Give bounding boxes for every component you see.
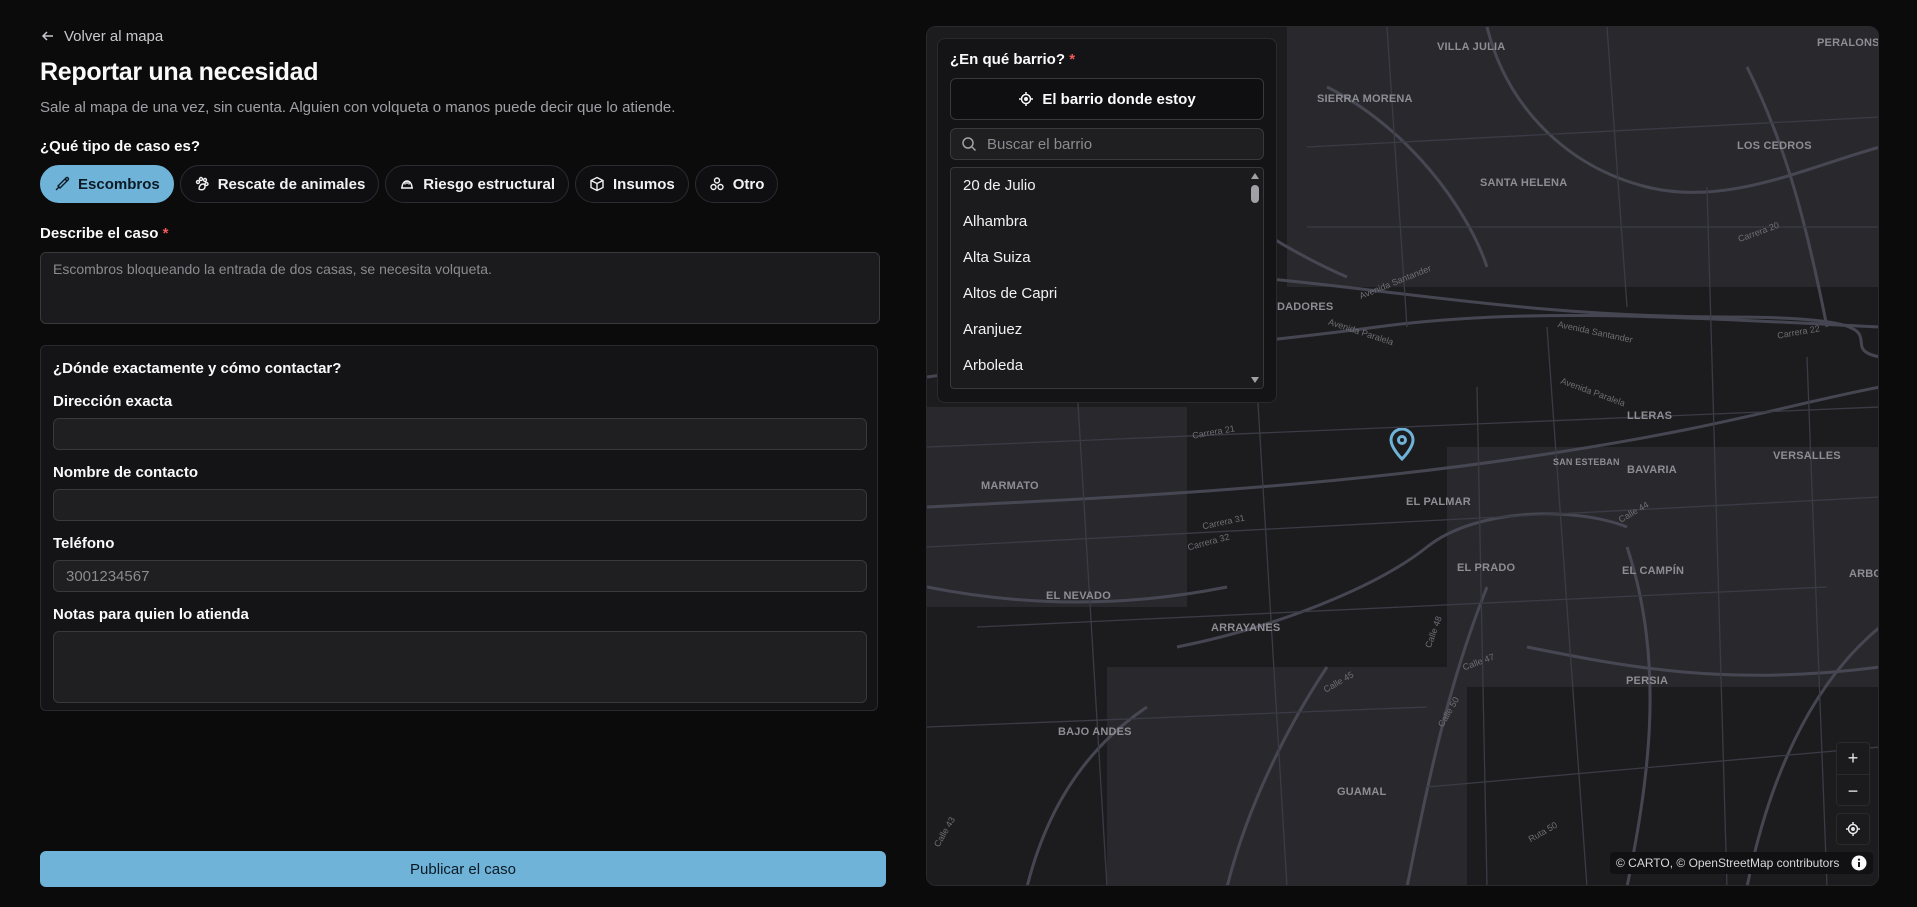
attribution-text: © CARTO, © OpenStreetMap contributors bbox=[1616, 856, 1840, 870]
geolocate-button[interactable] bbox=[1836, 813, 1870, 845]
notes-textarea[interactable] bbox=[53, 631, 867, 703]
area-label: SIERRA MORENA bbox=[1317, 93, 1413, 105]
area-label: VILLA JULIA bbox=[1437, 41, 1506, 53]
chip-label: Riesgo estructural bbox=[423, 175, 556, 193]
scroll-down-icon[interactable] bbox=[1250, 375, 1260, 385]
location-pin-icon[interactable] bbox=[1388, 428, 1416, 462]
publish-button[interactable]: Publicar el caso bbox=[40, 851, 886, 887]
chip-label: Escombros bbox=[78, 175, 160, 193]
area-label: PERSIA bbox=[1626, 675, 1669, 687]
area-label: VERSALLES bbox=[1773, 450, 1841, 462]
contact-card: ¿Dónde exactamente y cómo contactar? Dir… bbox=[40, 345, 878, 711]
chip-label: Insumos bbox=[613, 175, 675, 193]
area-label: DADORES bbox=[1277, 301, 1334, 313]
area-label: BAJO ANDES bbox=[1058, 726, 1132, 738]
list-item[interactable]: Arboleda bbox=[951, 348, 1263, 384]
required-mark: * bbox=[162, 225, 169, 242]
helmet-icon bbox=[401, 180, 414, 189]
report-form: Volver al mapa Reportar una necesidad Sa… bbox=[40, 24, 886, 711]
scroll-thumb[interactable] bbox=[1251, 185, 1259, 203]
required-mark: * bbox=[1069, 51, 1076, 68]
area-label: LOS CEDROS bbox=[1737, 140, 1812, 152]
area-label: LLERAS bbox=[1627, 410, 1673, 422]
description-label-text: Describe el caso bbox=[40, 225, 159, 242]
neighborhood-panel: ¿En qué barrio? * El barrio donde estoy … bbox=[937, 38, 1277, 403]
chip-rescate-animales[interactable]: Rescate de animales bbox=[179, 165, 380, 203]
address-label: Dirección exacta bbox=[53, 393, 173, 410]
circles-icon bbox=[710, 177, 724, 191]
notes-label: Notas para quien lo atienda bbox=[53, 606, 249, 623]
chip-riesgo-estructural[interactable]: Riesgo estructural bbox=[385, 165, 570, 203]
neighborhood-title: ¿En qué barrio? * bbox=[950, 51, 1264, 68]
locate-label: El barrio donde estoy bbox=[1042, 90, 1196, 108]
area-label: EL PALMAR bbox=[1406, 496, 1471, 508]
area-label: ARRAYANES bbox=[1211, 622, 1281, 634]
contact-name-input[interactable] bbox=[53, 489, 867, 521]
search-icon bbox=[962, 137, 977, 152]
zoom-out-button[interactable]: − bbox=[1837, 775, 1869, 807]
scroll-up-icon[interactable] bbox=[1250, 171, 1260, 181]
area-label: GUAMAL bbox=[1337, 786, 1387, 798]
phone-label: Teléfono bbox=[53, 535, 115, 552]
contact-name-label: Nombre de contacto bbox=[53, 464, 199, 481]
shovel-icon bbox=[55, 176, 70, 191]
case-type-chips: Escombros Rescate de animales Riesgo est… bbox=[40, 165, 886, 203]
list-item[interactable]: 20 de Julio bbox=[951, 168, 1263, 204]
chip-escombros[interactable]: Escombros bbox=[40, 165, 174, 203]
box-icon bbox=[590, 176, 604, 192]
phone-input[interactable]: 3001234567 bbox=[53, 560, 867, 592]
area-label: EL NEVADO bbox=[1046, 590, 1111, 602]
neighborhood-list[interactable]: 20 de Julio Alhambra Alta Suiza Altos de… bbox=[950, 167, 1264, 389]
chip-otro[interactable]: Otro bbox=[694, 165, 779, 203]
page-title: Reportar una necesidad bbox=[40, 58, 319, 86]
area-label: EL PRADO bbox=[1457, 562, 1516, 574]
neighborhood-title-text: ¿En qué barrio? bbox=[950, 51, 1066, 68]
locate-neighborhood-button[interactable]: El barrio donde estoy bbox=[950, 78, 1264, 120]
area-label: ARBO bbox=[1849, 568, 1879, 580]
list-item[interactable]: Altos de Capri bbox=[951, 276, 1263, 312]
description-label: Describe el caso * bbox=[40, 225, 886, 242]
back-link[interactable]: Volver al mapa bbox=[40, 24, 886, 48]
case-type-label: ¿Qué tipo de caso es? bbox=[40, 138, 201, 155]
crosshair-icon bbox=[1019, 92, 1034, 106]
back-link-label: Volver al mapa bbox=[64, 27, 164, 45]
zoom-in-button[interactable]: + bbox=[1837, 743, 1869, 775]
paw-icon bbox=[195, 176, 209, 191]
list-item[interactable]: Alta Suiza bbox=[951, 240, 1263, 276]
arrow-left-icon bbox=[41, 31, 53, 41]
area-label: EL CAMPÍN bbox=[1622, 565, 1685, 577]
list-item[interactable]: Aranjuez bbox=[951, 312, 1263, 348]
chip-label: Rescate de animales bbox=[217, 175, 366, 193]
area-label: BAVARIA bbox=[1627, 464, 1677, 476]
info-icon[interactable] bbox=[1851, 855, 1867, 871]
list-scrollbar[interactable] bbox=[1247, 168, 1263, 388]
search-placeholder: Buscar el barrio bbox=[987, 135, 1093, 153]
zoom-control: + − bbox=[1836, 742, 1870, 806]
description-textarea[interactable]: Escombros bloqueando la entrada de dos c… bbox=[40, 252, 880, 324]
contact-card-title: ¿Dónde exactamente y cómo contactar? bbox=[53, 360, 342, 377]
area-label: PERALONSO bbox=[1817, 37, 1879, 49]
list-item[interactable]: Alhambra bbox=[951, 204, 1263, 240]
area-label: MARMATO bbox=[981, 480, 1039, 492]
chip-label: Otro bbox=[732, 175, 765, 193]
map-attribution: © CARTO, © OpenStreetMap contributors bbox=[1610, 852, 1874, 874]
address-input[interactable] bbox=[53, 418, 867, 450]
area-label: SAN ESTEBAN bbox=[1553, 457, 1620, 467]
neighborhood-search[interactable]: Buscar el barrio bbox=[950, 128, 1264, 160]
geolocate-icon bbox=[1846, 822, 1860, 836]
page-subtitle: Sale al mapa de una vez, sin cuenta. Alg… bbox=[40, 99, 676, 116]
chip-insumos[interactable]: Insumos bbox=[575, 165, 689, 203]
area-label: SANTA HELENA bbox=[1480, 177, 1568, 189]
